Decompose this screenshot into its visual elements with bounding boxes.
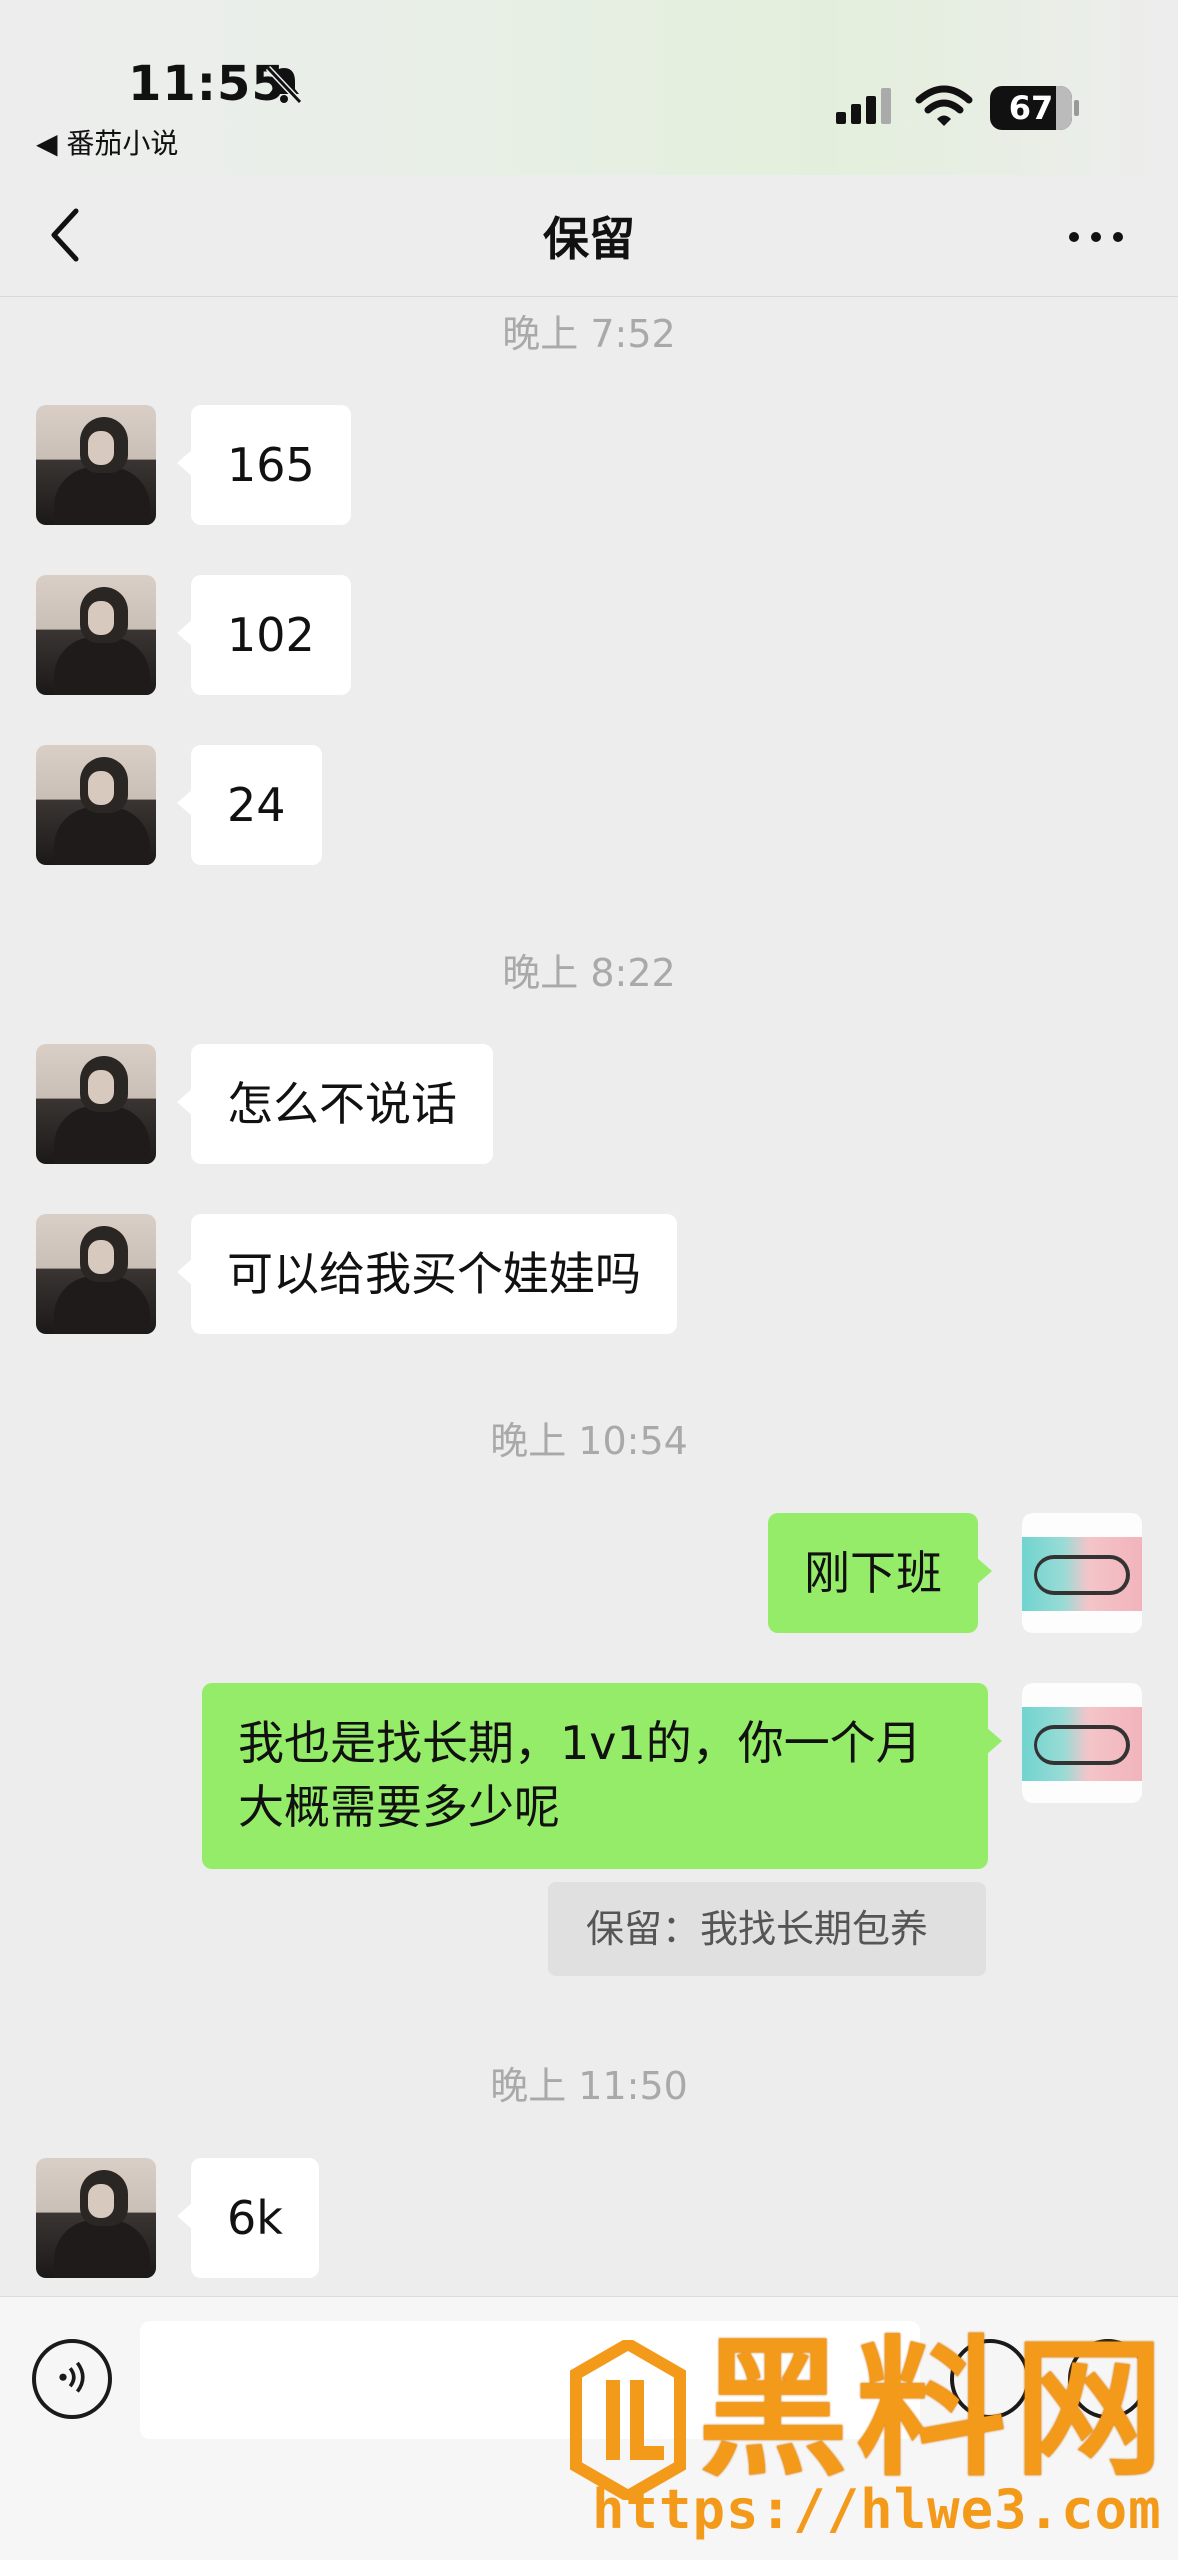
watermark-url: https://hlwe3.com <box>592 2478 1162 2541</box>
timestamp: 晚上 7:52 <box>502 312 676 356</box>
contact-avatar[interactable] <box>36 2158 156 2278</box>
back-to-app-link[interactable]: ◀ 番茄小说 <box>36 122 178 162</box>
message-bubble[interactable]: 102 <box>177 575 351 695</box>
quoted-message[interactable]: 保留：我找长期包养 <box>548 1882 986 1976</box>
message-bubble[interactable]: 165 <box>177 405 351 525</box>
battery-level: 67 <box>1008 89 1054 127</box>
contact-avatar[interactable] <box>36 405 156 525</box>
message-bubble-outgoing[interactable]: 刚下班 <box>768 1513 992 1633</box>
timestamp: 晚上 8:22 <box>502 951 676 995</box>
contact-avatar[interactable] <box>36 575 156 695</box>
contact-avatar[interactable] <box>36 745 156 865</box>
message-bubble[interactable]: 可以给我买个娃娃吗 <box>177 1214 677 1334</box>
contact-avatar[interactable] <box>36 1044 156 1164</box>
my-avatar[interactable] <box>1022 1513 1142 1633</box>
message-bubble[interactable]: 怎么不说话 <box>177 1044 493 1164</box>
my-avatar[interactable] <box>1022 1683 1142 1803</box>
chat-title: 保留 <box>543 212 635 266</box>
watermark-text: 黑料网 <box>698 2323 1173 2497</box>
watermark-logo <box>570 2340 686 2500</box>
message-bubble-outgoing[interactable]: 我也是找长期，1v1的，你一个月 大概需要多少呢 <box>202 1683 1002 1869</box>
timestamp: 晚上 10:54 <box>490 1419 688 1463</box>
message-bubble[interactable]: 24 <box>177 745 322 865</box>
chat-header: 保留 <box>0 175 1178 297</box>
contact-avatar[interactable] <box>36 1214 156 1334</box>
message-line: 我也是找长期，1v1的，你一个月 <box>238 1716 922 1770</box>
status-bar: 11:55 ◀ 番茄小说 67 <box>0 0 1178 175</box>
mute-bell-icon <box>265 65 303 105</box>
message-bubble[interactable]: 6k <box>177 2158 319 2278</box>
signal-icon <box>836 88 891 124</box>
wifi-icon <box>915 85 973 126</box>
message-line: 大概需要多少呢 <box>238 1780 560 1834</box>
more-icon[interactable] <box>1066 227 1126 247</box>
battery-icon: 67 <box>990 86 1080 130</box>
voice-icon[interactable] <box>32 2339 112 2419</box>
timestamp: 晚上 11:50 <box>490 2064 688 2108</box>
